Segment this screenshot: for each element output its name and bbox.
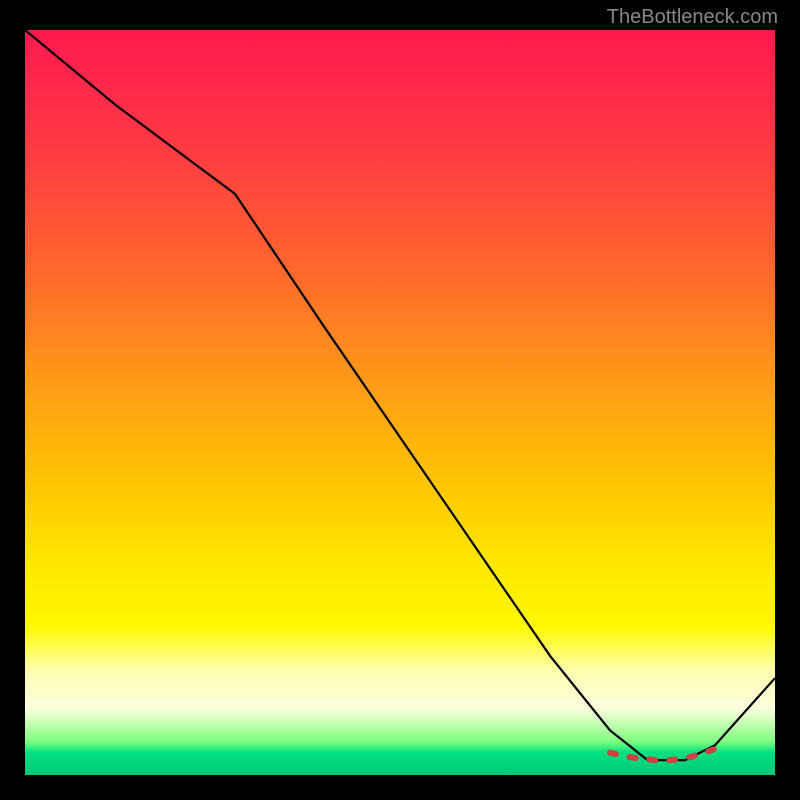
attribution-text: TheBottleneck.com — [607, 6, 778, 29]
plot-area — [25, 30, 775, 775]
bottleneck-curve — [25, 30, 775, 760]
chart-svg — [25, 30, 775, 775]
optimal-range-dots — [610, 749, 715, 760]
